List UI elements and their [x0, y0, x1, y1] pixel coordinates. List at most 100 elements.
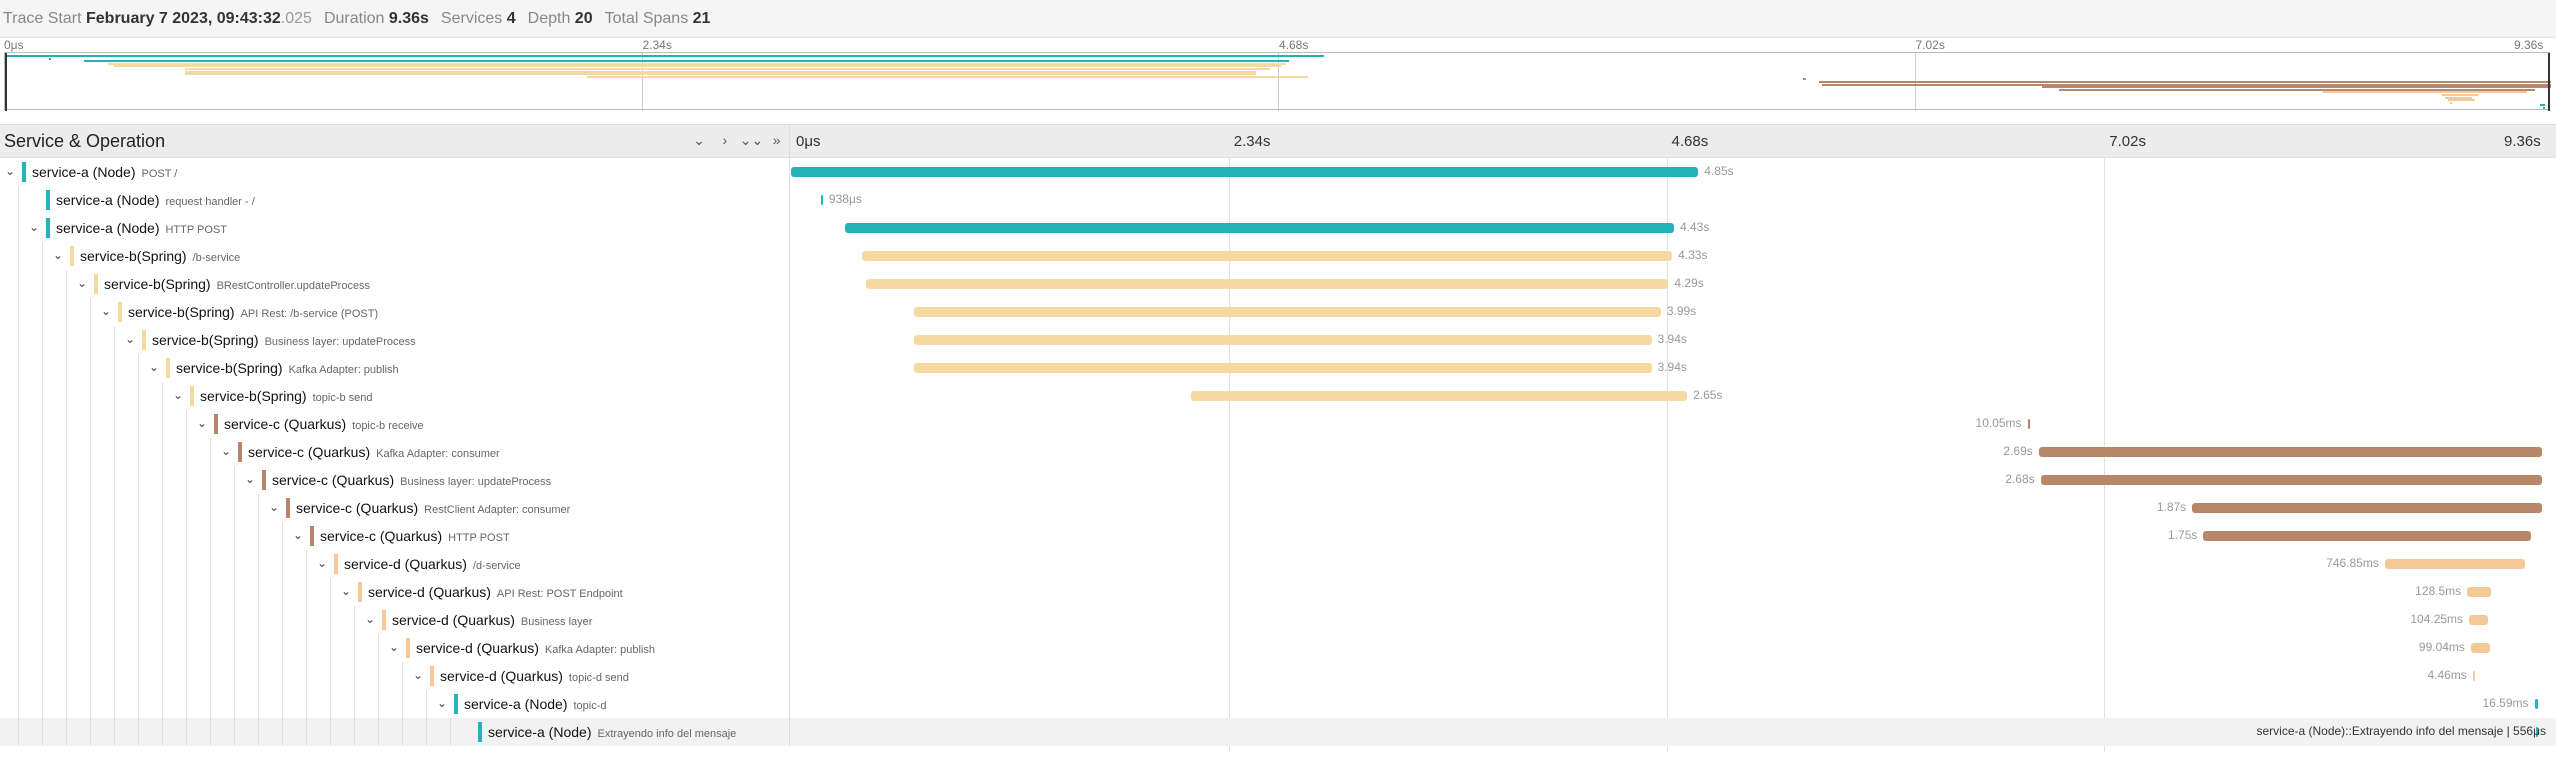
span-name-cell[interactable]: ⌄ service-b(Spring) topic-b send	[0, 382, 790, 410]
span-row[interactable]: ⌄ service-b(Spring) API Rest: /b-service (…	[0, 298, 2556, 326]
span-row[interactable]: ⌄ service-c (Quarkus) RestClient Adapter: …	[0, 494, 2556, 522]
span-timeline-cell[interactable]: 4.46ms	[791, 662, 2556, 690]
span-bar[interactable]	[2467, 587, 2492, 597]
span-row[interactable]: ⌄ service-b(Spring) BRestController.update…	[0, 270, 2556, 298]
span-timeline-cell[interactable]: 2.65s	[791, 382, 2556, 410]
span-timeline-cell[interactable]: 938μs	[791, 186, 2556, 214]
span-row[interactable]: ⌄ service-b(Spring) /b-service 4.33s	[0, 242, 2556, 270]
chevron-down-icon[interactable]: ⌄	[170, 387, 186, 403]
chevron-down-icon[interactable]: ⌄	[242, 471, 258, 487]
chevron-down-icon[interactable]: ⌄	[2, 163, 18, 179]
chevron-down-icon[interactable]: ⌄	[146, 359, 162, 375]
span-name-cell[interactable]: ⌄ service-b(Spring) API Rest: /b-service (…	[0, 298, 790, 326]
span-row[interactable]: ⌄ service-d (Quarkus) /d-service 746.85ms	[0, 550, 2556, 578]
span-row[interactable]: ⌄ service-c (Quarkus) topic-b receive 10.05…	[0, 410, 2556, 438]
span-bar[interactable]	[862, 251, 1673, 261]
span-timeline-cell[interactable]: 16.59ms	[791, 690, 2556, 718]
chevron-down-icon[interactable]: ⌄	[290, 527, 306, 543]
span-bar[interactable]	[865, 279, 1669, 289]
span-bar[interactable]	[914, 335, 1652, 345]
span-name-cell[interactable]: ⌄ service-c (Quarkus) RestClient Adapter: …	[0, 494, 790, 522]
span-row[interactable]: service-a (Node) request handler - / 938μs	[0, 186, 2556, 214]
span-timeline-cell[interactable]: 2.69s	[791, 438, 2556, 466]
chevron-down-icon[interactable]: ⌄	[386, 639, 402, 655]
span-row[interactable]: ⌄ service-d (Quarkus) topic-d send 4.46ms	[0, 662, 2556, 690]
span-timeline-cell[interactable]: 746.85ms	[791, 550, 2556, 578]
span-name-cell[interactable]: ⌄ service-a (Node) topic-d	[0, 690, 790, 718]
span-bar[interactable]	[2192, 503, 2542, 513]
span-timeline-cell[interactable]: 104.25ms	[791, 606, 2556, 634]
span-bar[interactable]	[820, 195, 823, 205]
span-row[interactable]: ⌄ service-b(Spring) Kafka Adapter: publish…	[0, 354, 2556, 382]
chevron-down-icon[interactable]: ⌄	[410, 667, 426, 683]
span-bar[interactable]	[914, 307, 1661, 317]
expand-one-icon[interactable]: ›	[714, 132, 736, 148]
span-name-cell[interactable]: ⌄ service-d (Quarkus) topic-d send	[0, 662, 790, 690]
span-timeline-cell[interactable]: 2.68s	[791, 466, 2556, 494]
span-row[interactable]: ⌄ service-b(Spring) topic-b send 2.65s	[0, 382, 2556, 410]
span-bar[interactable]	[2040, 475, 2542, 485]
chevron-down-icon[interactable]: ⌄	[314, 555, 330, 571]
span-name-cell[interactable]: ⌄ service-a (Node) HTTP POST	[0, 214, 790, 242]
span-timeline-cell[interactable]: 3.94s	[791, 354, 2556, 382]
span-row[interactable]: ⌄ service-b(Spring) Business layer: update…	[0, 326, 2556, 354]
span-name-cell[interactable]: ⌄ service-d (Quarkus) Kafka Adapter: publi…	[0, 634, 790, 662]
chevron-down-icon[interactable]: ⌄	[338, 583, 354, 599]
span-row[interactable]: ⌄ service-c (Quarkus) Business layer: upda…	[0, 466, 2556, 494]
chevron-down-icon[interactable]: ⌄	[50, 247, 66, 263]
span-name-cell[interactable]: ⌄ service-c (Quarkus) Kafka Adapter: consu…	[0, 438, 790, 466]
span-timeline-cell[interactable]: 1.87s	[791, 494, 2556, 522]
chevron-down-icon[interactable]: ⌄	[194, 415, 210, 431]
chevron-down-icon[interactable]: ⌄	[122, 331, 138, 347]
span-name-cell[interactable]: ⌄ service-d (Quarkus) /d-service	[0, 550, 790, 578]
span-timeline-cell[interactable]: 10.05ms	[791, 410, 2556, 438]
span-name-cell[interactable]: ⌄ service-c (Quarkus) Business layer: upda…	[0, 466, 790, 494]
minimap-left-handle[interactable]	[5, 53, 7, 111]
span-timeline-cell[interactable]: 1.75s	[791, 522, 2556, 550]
span-timeline-cell[interactable]: 3.99s	[791, 298, 2556, 326]
span-row[interactable]: ⌄ service-a (Node) POST / 4.85s	[0, 158, 2556, 186]
span-bar[interactable]	[2203, 531, 2531, 541]
span-name-cell[interactable]: service-a (Node) request handler - /	[0, 186, 790, 214]
expand-all-icon[interactable]: »	[766, 132, 788, 148]
span-timeline-cell[interactable]: 3.94s	[791, 326, 2556, 354]
span-timeline-cell[interactable]: 99.04ms	[791, 634, 2556, 662]
span-timeline-cell[interactable]: service-a (Node)::Extrayendo info del me…	[791, 718, 2556, 746]
span-row[interactable]: ⌄ service-a (Node) topic-d 16.59ms	[0, 690, 2556, 718]
trace-minimap[interactable]: 0μs 2.34s 4.68s 7.02s 9.36s	[0, 38, 2556, 116]
span-bar[interactable]	[845, 223, 1674, 233]
span-bar[interactable]	[2027, 419, 2030, 429]
span-name-cell[interactable]: ⌄ service-b(Spring) Business layer: update…	[0, 326, 790, 354]
chevron-down-icon[interactable]: ⌄	[74, 275, 90, 291]
span-name-cell[interactable]: ⌄ service-d (Quarkus) API Rest: POST Endpo…	[0, 578, 790, 606]
span-timeline-cell[interactable]: 4.29s	[791, 270, 2556, 298]
span-name-cell[interactable]: ⌄ service-b(Spring) BRestController.update…	[0, 270, 790, 298]
span-name-cell[interactable]: ⌄ service-b(Spring) /b-service	[0, 242, 790, 270]
span-row[interactable]: ⌄ service-a (Node) HTTP POST 4.43s	[0, 214, 2556, 242]
span-row[interactable]: ⌄ service-d (Quarkus) Kafka Adapter: publi…	[0, 634, 2556, 662]
chevron-down-icon[interactable]: ⌄	[266, 499, 282, 515]
chevron-down-icon[interactable]: ⌄	[98, 303, 114, 319]
span-bar[interactable]	[2470, 643, 2490, 653]
span-name-cell[interactable]: service-a (Node) Extrayendo info del mens…	[0, 718, 790, 746]
span-row[interactable]: ⌄ service-c (Quarkus) Kafka Adapter: consu…	[0, 438, 2556, 466]
chevron-down-icon[interactable]: ⌄	[218, 443, 234, 459]
span-row[interactable]: ⌄ service-d (Quarkus) API Rest: POST Endpo…	[0, 578, 2556, 606]
chevron-down-icon[interactable]: ⌄	[434, 695, 450, 711]
span-bar[interactable]	[1191, 391, 1688, 401]
collapse-one-icon[interactable]: ⌄	[688, 132, 710, 149]
span-timeline-cell[interactable]: 4.33s	[791, 242, 2556, 270]
span-bar[interactable]	[2534, 699, 2538, 709]
span-bar[interactable]	[791, 167, 1699, 177]
chevron-down-icon[interactable]: ⌄	[26, 219, 42, 235]
span-row[interactable]: service-a (Node) Extrayendo info del mens…	[0, 718, 2556, 746]
span-row[interactable]: ⌄ service-c (Quarkus) HTTP POST 1.75s	[0, 522, 2556, 550]
span-bar[interactable]	[2469, 615, 2488, 625]
span-name-cell[interactable]: ⌄ service-c (Quarkus) HTTP POST	[0, 522, 790, 550]
span-bar[interactable]	[2038, 447, 2542, 457]
span-name-cell[interactable]: ⌄ service-d (Quarkus) Business layer	[0, 606, 790, 634]
chevron-down-icon[interactable]: ⌄	[362, 611, 378, 627]
minimap-canvas[interactable]	[4, 52, 2551, 111]
collapse-all-icon[interactable]: ⌄⌄	[740, 132, 763, 149]
span-timeline-cell[interactable]: 128.5ms	[791, 578, 2556, 606]
